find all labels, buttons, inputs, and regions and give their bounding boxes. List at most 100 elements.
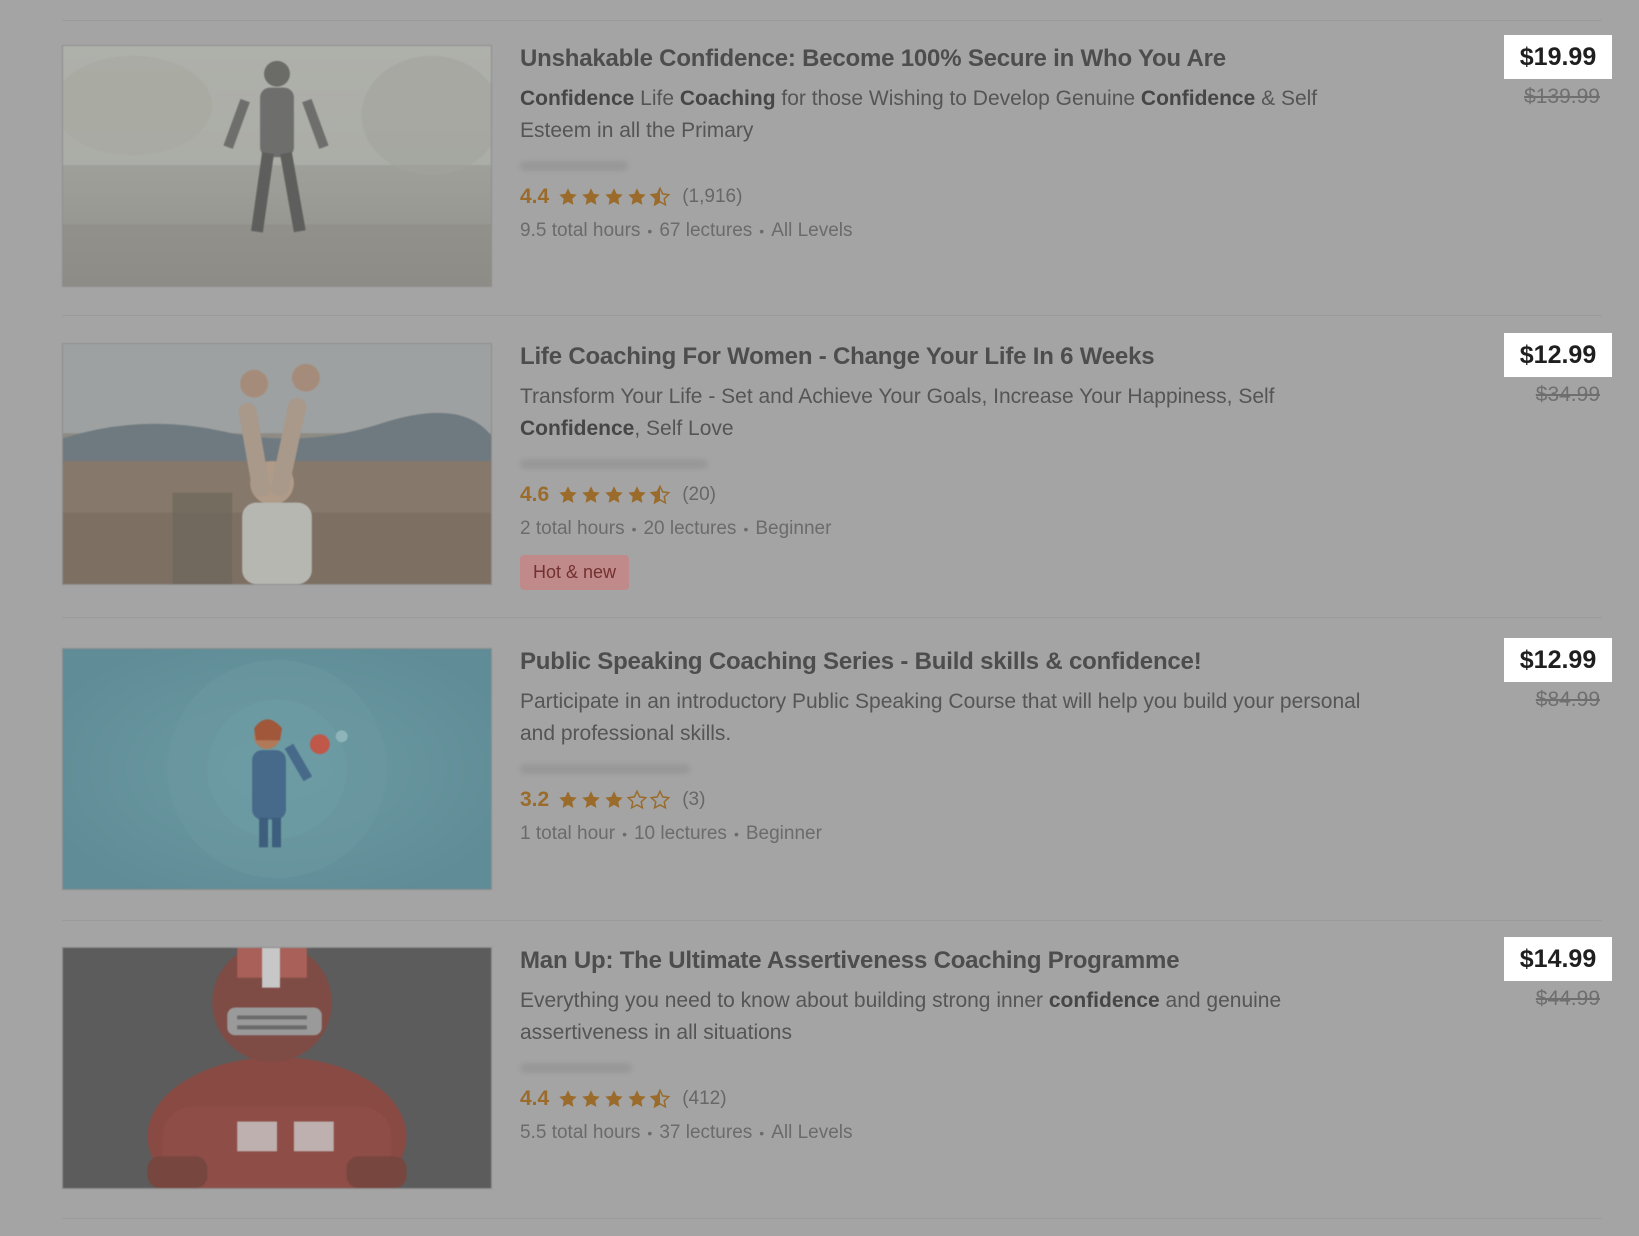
star-half-icon: [649, 1088, 671, 1110]
rating-count: (1,916): [682, 186, 743, 207]
star-half-icon: [649, 484, 671, 506]
rating-count: (20): [682, 484, 716, 505]
headline-text: for those Wishing to Develop Genuine: [775, 87, 1141, 110]
course-card[interactable]: Man Up: The Ultimate Assertiveness Coach…: [0, 937, 1639, 1207]
star-full-icon: [557, 1088, 579, 1110]
headline-text: Life: [634, 87, 680, 110]
star-full-icon: [626, 1088, 648, 1110]
current-price: $12.99: [1504, 638, 1612, 682]
star-full-icon: [557, 186, 579, 208]
star-full-icon: [626, 186, 648, 208]
star-full-icon: [603, 186, 625, 208]
star-empty-icon: [649, 789, 671, 811]
person-walking-thumbnail[interactable]: [62, 45, 492, 287]
star-rating: [557, 484, 672, 506]
star-full-icon: [603, 484, 625, 506]
course-meta: 9.5 total hours • 67 lectures • All Leve…: [520, 217, 1380, 245]
rating-row: 4.6 (20): [520, 481, 1380, 509]
course-meta: 1 total hour • 10 lectures • Beginner: [520, 820, 1380, 848]
instructor-name-blurred: [520, 1055, 632, 1077]
current-price: $19.99: [1504, 35, 1612, 79]
instructor-name-blurred: [520, 756, 690, 778]
total-hours: 9.5 total hours: [520, 220, 641, 241]
rating-value: 3.2: [520, 788, 550, 811]
rating-row: 4.4 (1,916): [520, 183, 1380, 211]
headline-bold: Confidence: [520, 87, 635, 110]
divider: [62, 315, 1602, 316]
star-full-icon: [580, 1088, 602, 1110]
divider: [62, 1218, 1602, 1219]
star-rating: [557, 1088, 672, 1110]
star-full-icon: [557, 484, 579, 506]
original-price: $34.99: [1535, 383, 1600, 406]
meta-separator: •: [759, 223, 765, 239]
course-info: Life Coaching For Women - Change Your Li…: [520, 343, 1380, 590]
course-title[interactable]: Public Speaking Coaching Series - Build …: [520, 648, 1380, 676]
meta-separator: •: [759, 1125, 765, 1141]
rating-value: 4.4: [520, 1087, 550, 1110]
speaker-illustration-thumbnail[interactable]: [62, 648, 492, 890]
meta-separator: •: [647, 223, 653, 239]
course-info: Unshakable Confidence: Become 100% Secur…: [520, 45, 1380, 245]
course-headline: Confidence Life Coaching for those Wishi…: [520, 83, 1380, 147]
football-player-thumbnail[interactable]: [62, 947, 492, 1189]
headline-text: , Self Love: [634, 417, 734, 440]
total-hours: 1 total hour: [520, 823, 616, 844]
star-full-icon: [557, 789, 579, 811]
total-hours: 5.5 total hours: [520, 1122, 641, 1143]
original-price: $84.99: [1535, 688, 1600, 711]
course-level: All Levels: [771, 220, 853, 241]
course-card[interactable]: Unshakable Confidence: Become 100% Secur…: [0, 35, 1639, 305]
star-full-icon: [603, 1088, 625, 1110]
lecture-count: 20 lectures: [643, 518, 737, 539]
course-title[interactable]: Man Up: The Ultimate Assertiveness Coach…: [520, 947, 1380, 975]
star-rating: [557, 186, 672, 208]
instructor-name-blurred: [520, 153, 630, 175]
lecture-count: 67 lectures: [659, 220, 753, 241]
course-headline: Everything you need to know about buildi…: [520, 985, 1380, 1049]
meta-separator: •: [733, 826, 739, 842]
meta-separator: •: [631, 521, 637, 537]
course-card[interactable]: Life Coaching For Women - Change Your Li…: [0, 333, 1639, 603]
rating-count: (412): [682, 1088, 727, 1109]
rating-value: 4.4: [520, 185, 550, 208]
course-headline: Transform Your Life - Set and Achieve Yo…: [520, 381, 1380, 445]
star-half-icon: [649, 186, 671, 208]
star-full-icon: [626, 484, 648, 506]
divider: [62, 920, 1602, 921]
woman-arms-raised-thumbnail[interactable]: [62, 343, 492, 585]
current-price: $12.99: [1504, 333, 1612, 377]
rating-count: (3): [682, 789, 706, 810]
headline-bold: Confidence: [520, 417, 635, 440]
total-hours: 2 total hours: [520, 518, 625, 539]
rating-value: 4.6: [520, 483, 550, 506]
star-full-icon: [603, 789, 625, 811]
course-meta: 5.5 total hours • 37 lectures • All Leve…: [520, 1119, 1380, 1147]
course-level: Beginner: [755, 518, 832, 539]
headline-bold: Confidence: [1140, 87, 1256, 110]
divider: [62, 617, 1602, 618]
course-level: All Levels: [771, 1122, 853, 1143]
headline-text: Everything you need to know about buildi…: [520, 989, 1049, 1012]
course-info: Public Speaking Coaching Series - Build …: [520, 648, 1380, 848]
rating-row: 3.2 (3): [520, 786, 1380, 814]
course-title[interactable]: Life Coaching For Women - Change Your Li…: [520, 343, 1380, 371]
star-full-icon: [580, 484, 602, 506]
course-info: Man Up: The Ultimate Assertiveness Coach…: [520, 947, 1380, 1147]
hot-new-badge: Hot & new: [520, 555, 630, 590]
star-full-icon: [580, 789, 602, 811]
lecture-count: 37 lectures: [659, 1122, 753, 1143]
original-price: $139.99: [1524, 85, 1600, 108]
course-title[interactable]: Unshakable Confidence: Become 100% Secur…: [520, 45, 1380, 73]
current-price: $14.99: [1504, 937, 1612, 981]
original-price: $44.99: [1535, 987, 1600, 1010]
headline-text: Participate in an introductory Public Sp…: [520, 690, 1361, 745]
course-level: Beginner: [745, 823, 822, 844]
meta-separator: •: [622, 826, 627, 842]
course-card[interactable]: Public Speaking Coaching Series - Build …: [0, 638, 1639, 908]
course-meta: 2 total hours • 20 lectures • Beginner: [520, 515, 1380, 543]
instructor-name-blurred: [520, 451, 708, 473]
headline-text: Transform Your Life - Set and Achieve Yo…: [520, 385, 1275, 408]
star-rating: [557, 789, 672, 811]
meta-separator: •: [647, 1125, 653, 1141]
